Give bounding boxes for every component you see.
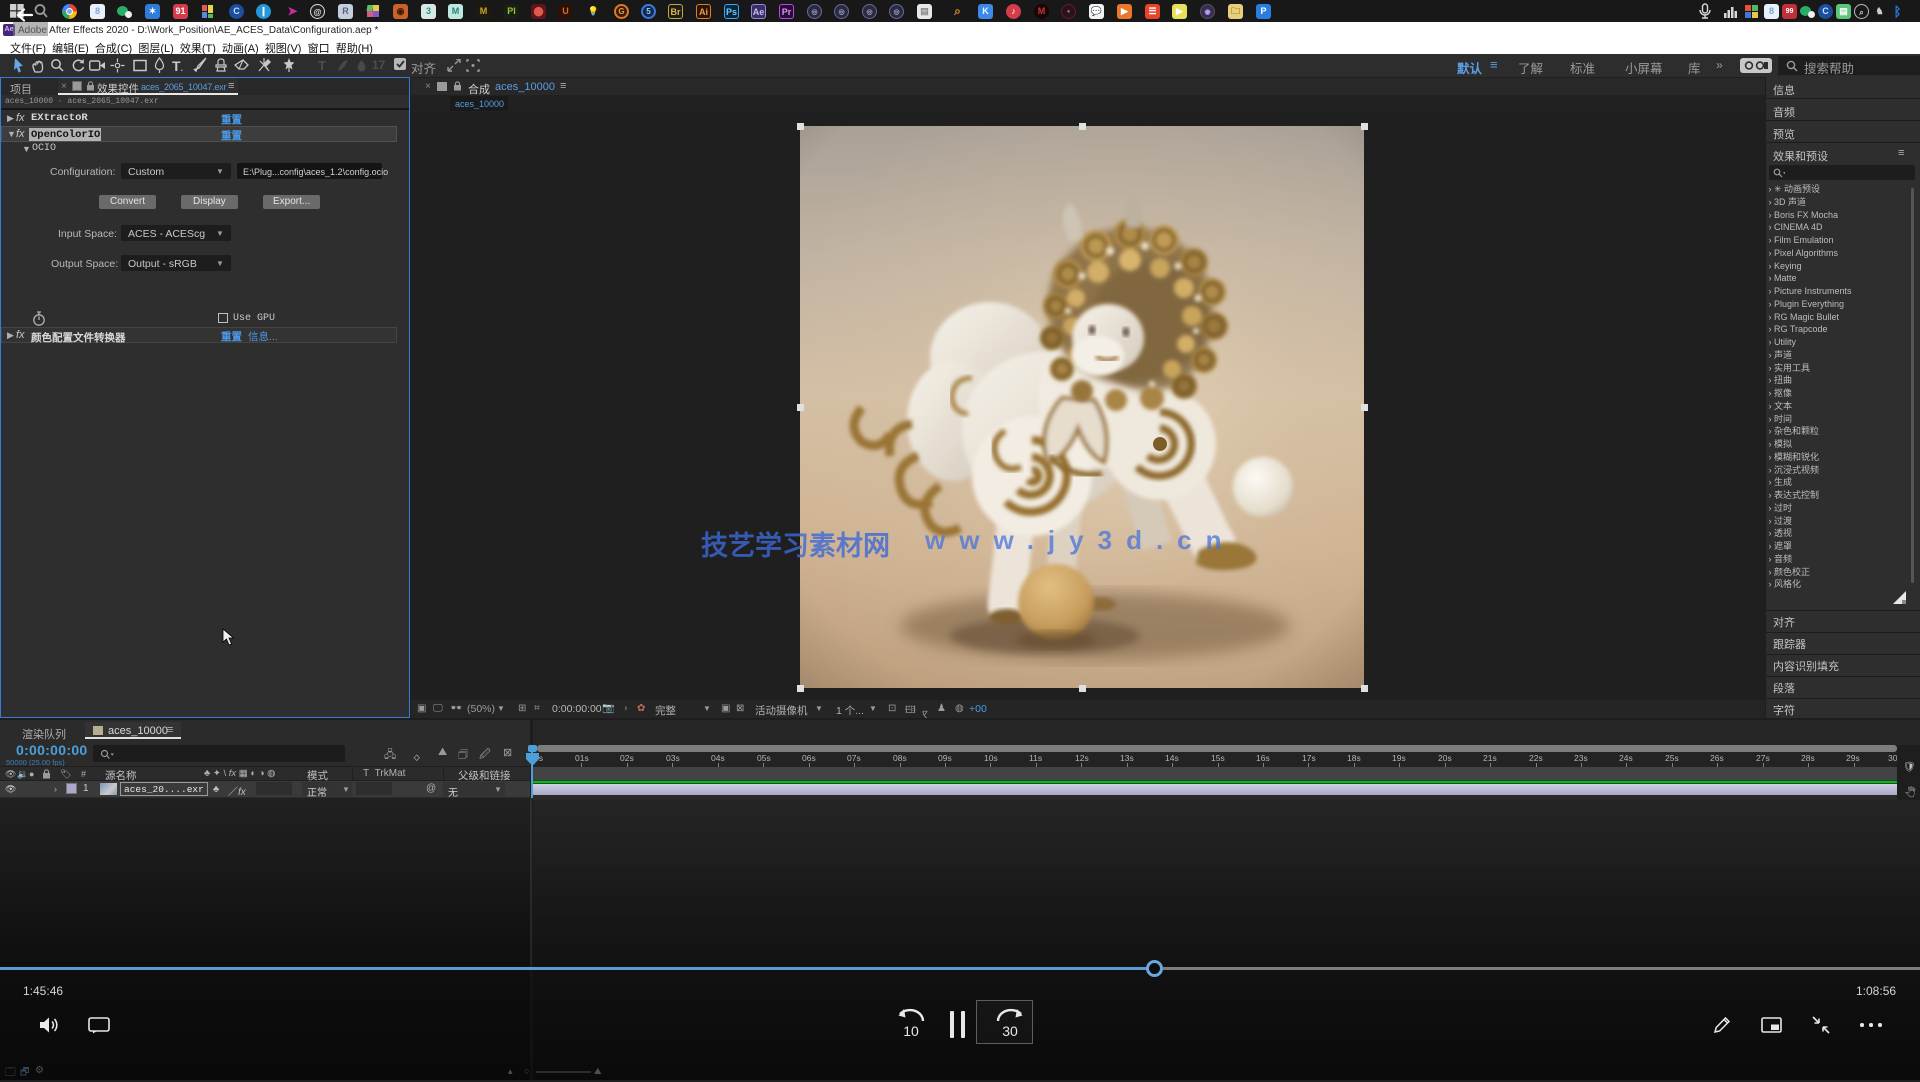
svg-text:30: 30: [1002, 1023, 1018, 1039]
svg-text:10: 10: [903, 1023, 919, 1039]
